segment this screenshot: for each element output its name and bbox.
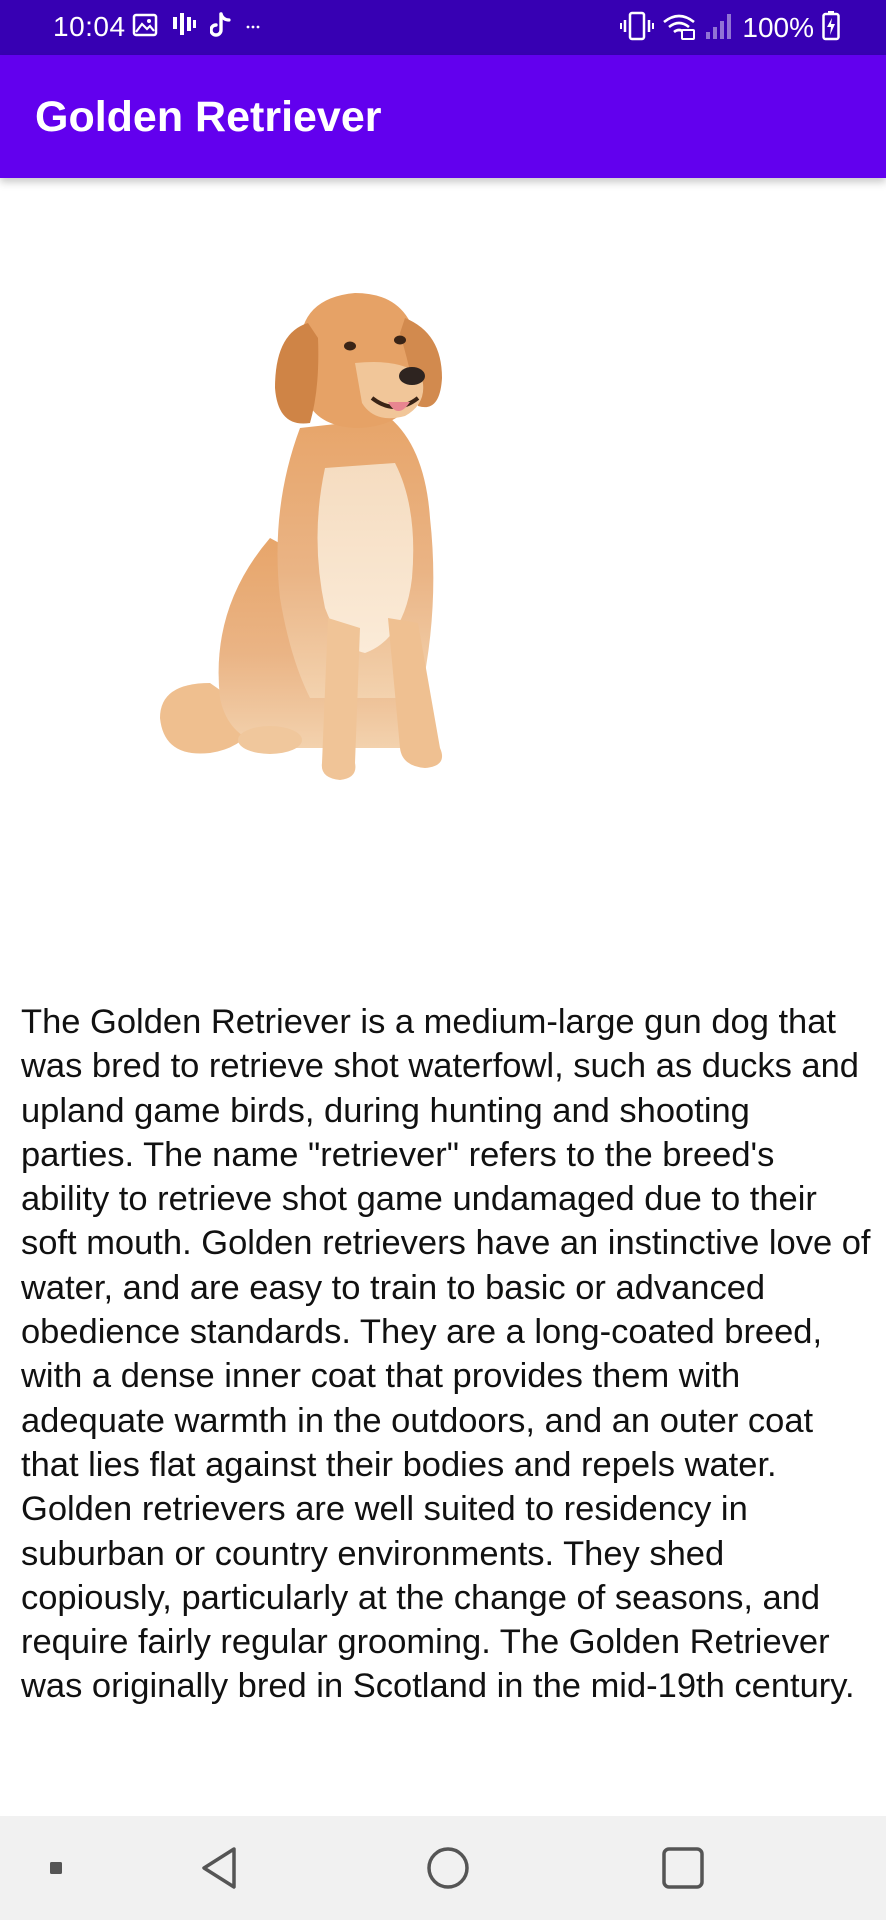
status-bar: 10:04 100%: [0, 0, 886, 55]
cell-signal-icon: [704, 12, 734, 45]
battery-charging-icon: [822, 10, 840, 46]
status-system-icons: 100%: [620, 10, 840, 46]
gallery-icon: [132, 13, 158, 42]
back-icon: [202, 1847, 236, 1889]
vibrate-icon: [620, 11, 655, 46]
home-button[interactable]: [408, 1816, 488, 1920]
menu-dot-icon: [50, 1862, 62, 1874]
more-dots-icon: [246, 18, 262, 36]
recents-icon: [662, 1847, 704, 1889]
signal-bars-icon: [172, 12, 196, 42]
breed-description: The Golden Retriever is a medium-large g…: [21, 1003, 871, 1706]
wifi-icon: [662, 12, 696, 45]
main-content[interactable]: The Golden Retriever is a medium-large g…: [0, 178, 886, 1816]
recents-button[interactable]: [643, 1816, 723, 1920]
menu-dot-button[interactable]: [28, 1816, 84, 1920]
golden-retriever-image: [160, 293, 443, 780]
back-button[interactable]: [180, 1816, 260, 1920]
app-bar: Golden Retriever: [0, 55, 886, 178]
status-time: 10:04: [53, 11, 126, 42]
home-icon: [427, 1847, 469, 1889]
status-notification-icons: [132, 11, 262, 43]
navigation-bar: [0, 1816, 886, 1920]
tiktok-icon: [209, 11, 232, 43]
battery-percentage: 100%: [742, 12, 814, 43]
page-title: Golden Retriever: [35, 93, 382, 141]
